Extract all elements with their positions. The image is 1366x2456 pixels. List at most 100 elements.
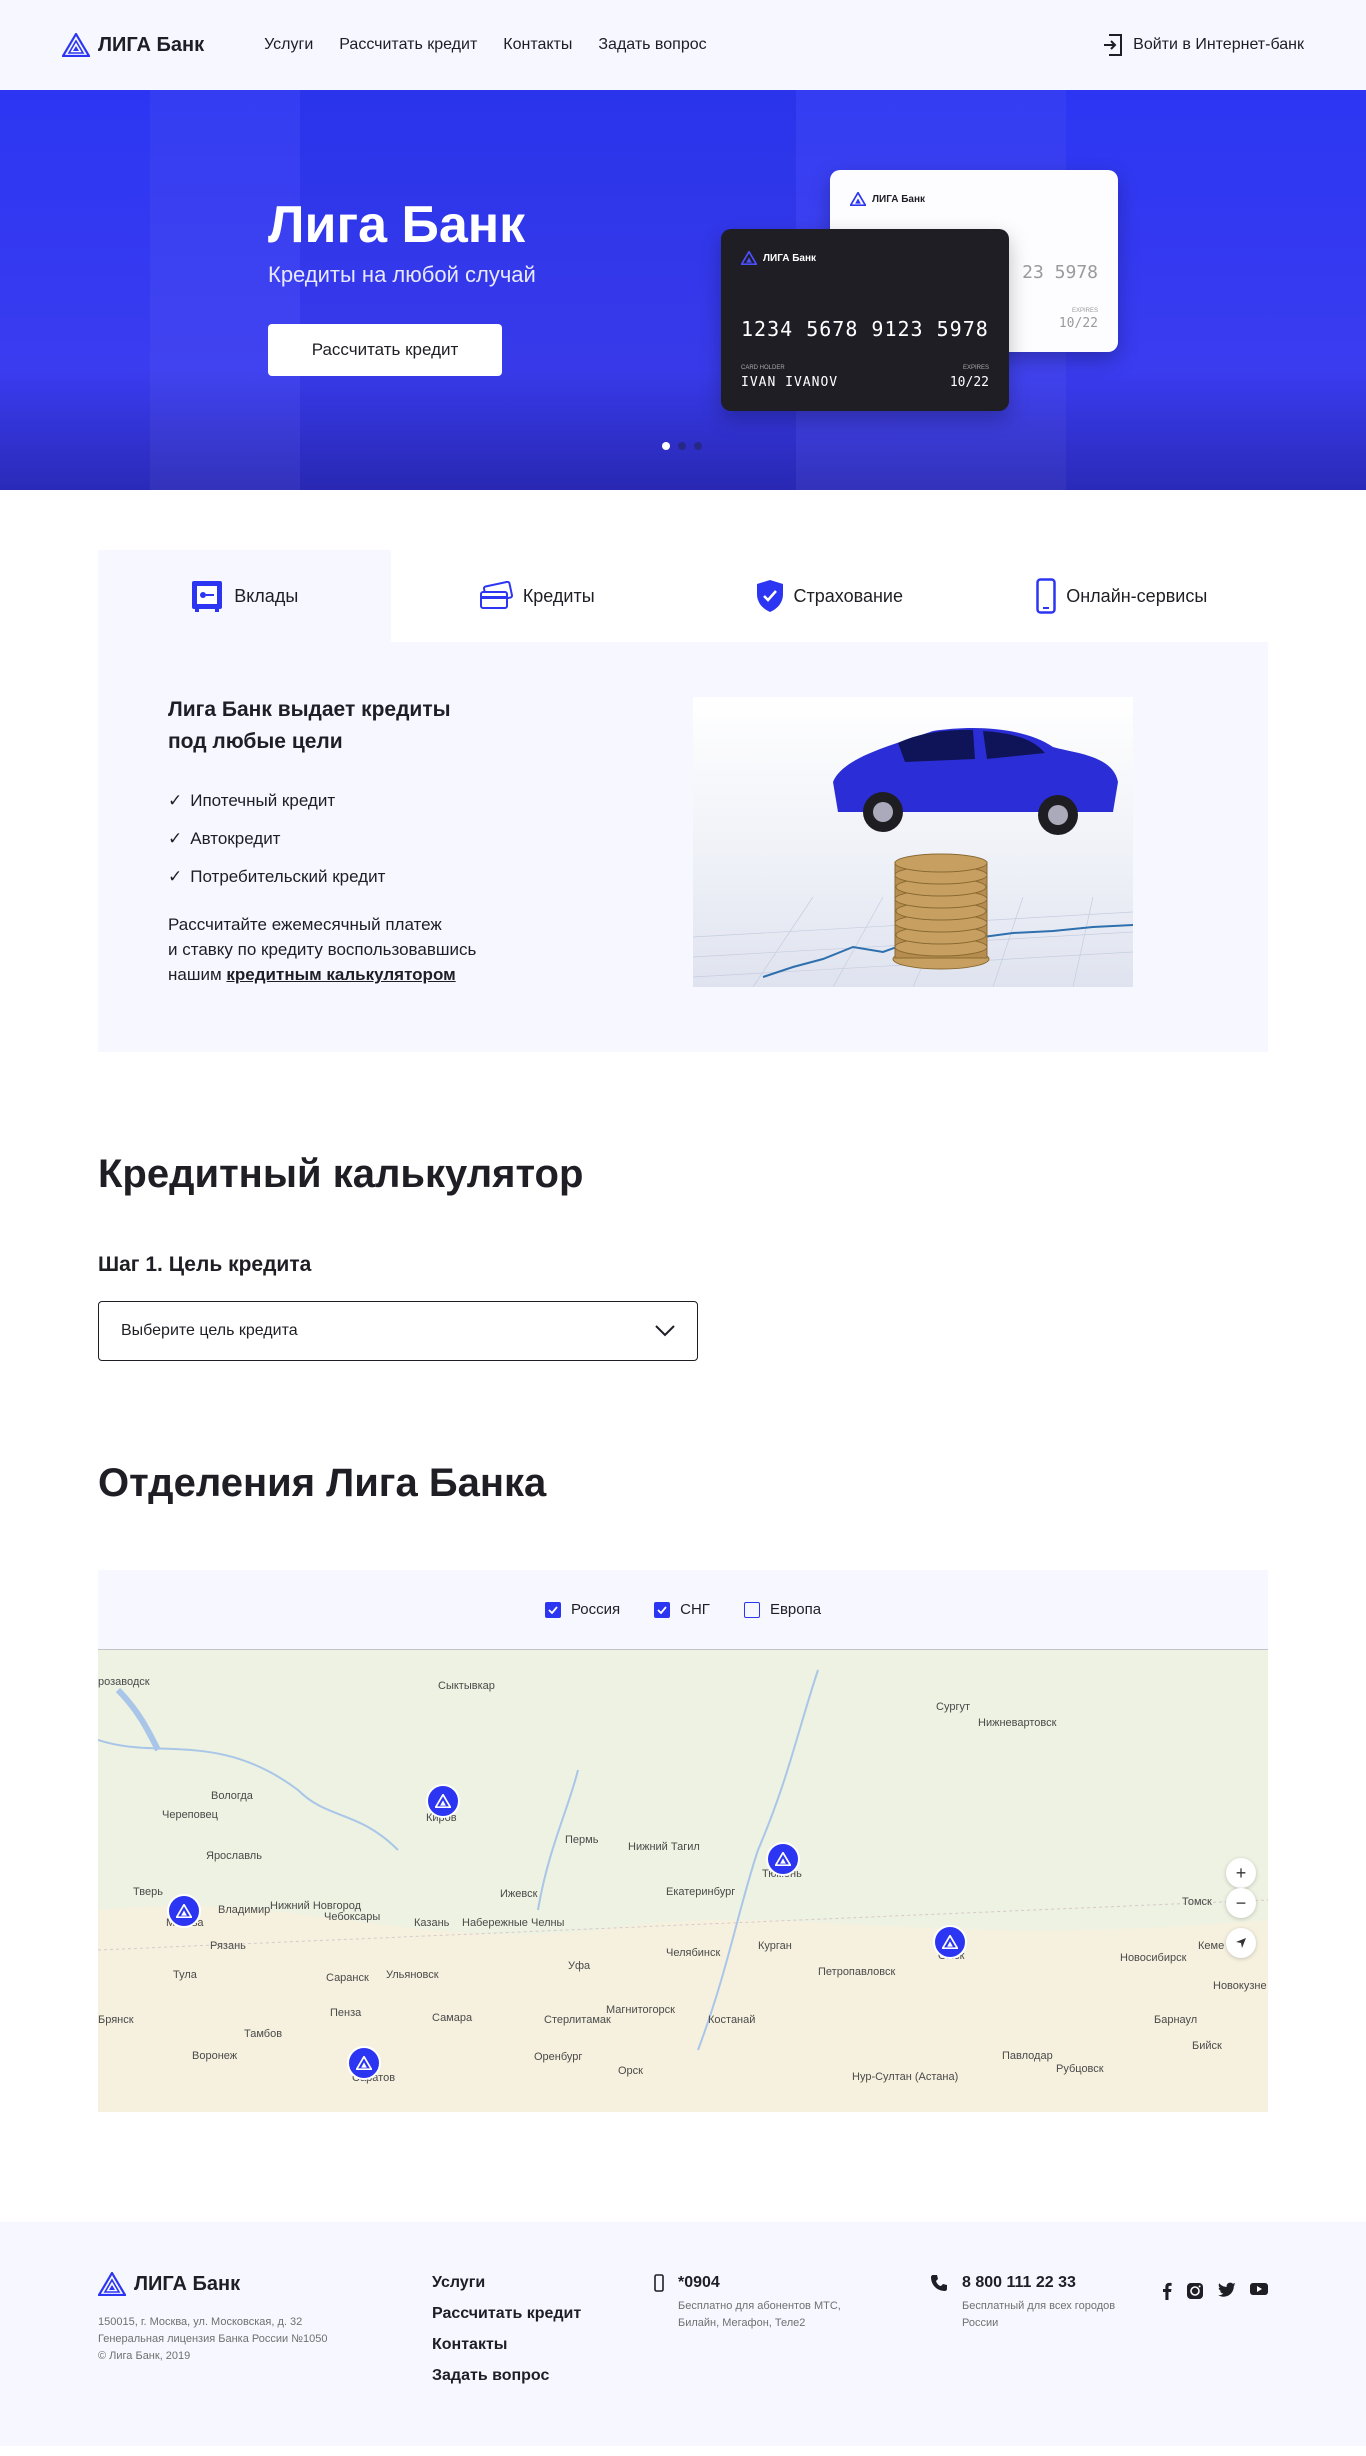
map-city-label: Сыктывкар bbox=[438, 1680, 495, 1692]
zoom-out-button[interactable]: − bbox=[1226, 1888, 1256, 1918]
instagram-icon[interactable] bbox=[1186, 2282, 1204, 2300]
panel-text-line: Рассчитайте ежемесячный платеж bbox=[168, 915, 442, 934]
nav-services[interactable]: Услуги bbox=[264, 36, 313, 54]
calculator-link[interactable]: кредитным калькулятором bbox=[226, 965, 455, 984]
map-city-label: Брянск bbox=[98, 2014, 134, 2026]
map-city-label: Новокузне bbox=[1213, 1980, 1267, 1992]
map-city-label: Саранск bbox=[326, 1972, 369, 1984]
hero-title: Лига Банк bbox=[268, 196, 526, 254]
card-holder-label: CARD HOLDER bbox=[741, 365, 785, 371]
zoom-in-button[interactable]: + bbox=[1226, 1858, 1256, 1888]
branch-pin-saratov[interactable] bbox=[347, 2046, 381, 2080]
tab-online[interactable]: Онлайн-сервисы bbox=[975, 550, 1268, 642]
nav-calculate[interactable]: Рассчитать кредит bbox=[339, 36, 477, 54]
map-city-label: Кеме bbox=[1198, 1940, 1225, 1952]
card-expires: 10/22 bbox=[1058, 316, 1098, 331]
cards-icon bbox=[479, 581, 513, 609]
tab-label: Страхование bbox=[793, 585, 903, 606]
filter-europe[interactable]: Европа bbox=[743, 1601, 821, 1618]
map-city-label: Курган bbox=[758, 1940, 792, 1952]
map-city-label: Пенза bbox=[330, 2007, 362, 2019]
short-number[interactable]: *0904 bbox=[678, 2274, 858, 2292]
credit-purpose-select[interactable]: Выберите цель кредита bbox=[98, 1301, 698, 1361]
logo-icon bbox=[850, 192, 866, 206]
filter-cis[interactable]: СНГ bbox=[654, 1601, 710, 1618]
login-link[interactable]: Войти в Интернет-банк bbox=[1103, 34, 1304, 56]
panel-title: Лига Банк выдает кредиты под любые цели bbox=[168, 698, 451, 753]
logo-icon bbox=[62, 33, 90, 57]
social-links bbox=[1162, 2282, 1268, 2300]
map-city-label: Череповец bbox=[162, 1809, 218, 1821]
tab-label: Вклады bbox=[234, 585, 299, 606]
twitter-icon[interactable] bbox=[1218, 2282, 1236, 2298]
slider-dot[interactable] bbox=[662, 442, 670, 450]
map-city-label: Тула bbox=[173, 1969, 197, 1981]
copyright-line: © Лига Банк, 2019 bbox=[98, 2350, 191, 2362]
branches-map[interactable]: розаводск Сыктывкар Сургут Нижневартовск Вол… bbox=[98, 1650, 1268, 2112]
car-on-coins-image bbox=[693, 697, 1133, 987]
header-logo[interactable]: ЛИГА Банк bbox=[62, 33, 204, 57]
list-item-label: Автокредит bbox=[190, 829, 281, 848]
slider-dot[interactable] bbox=[678, 442, 686, 450]
logo-icon bbox=[741, 251, 757, 265]
footer-nav-contacts[interactable]: Контакты bbox=[432, 2336, 581, 2354]
site-footer: ЛИГА Банк 150015, г. Москва, ул. Московс… bbox=[0, 2222, 1366, 2446]
card-expires: 10/22 bbox=[949, 375, 989, 390]
short-number-desc: Бесплатно для абонентов МТС, Билайн, Мег… bbox=[678, 2300, 841, 2329]
nav-ask[interactable]: Задать вопрос bbox=[598, 36, 706, 54]
map-city-label: Барнаул bbox=[1154, 2014, 1198, 2026]
map-city-label: Рязань bbox=[210, 1940, 246, 1952]
list-item: ✓ Ипотечный кредит bbox=[168, 782, 385, 820]
nav-contacts[interactable]: Контакты bbox=[503, 36, 572, 54]
branch-pin-tyumen[interactable] bbox=[766, 1842, 800, 1876]
slider-dots bbox=[662, 442, 702, 450]
map-city-label: Орск bbox=[618, 2065, 643, 2077]
facebook-icon[interactable] bbox=[1162, 2282, 1172, 2300]
logo-text: ЛИГА Банк bbox=[134, 2272, 241, 2295]
main-nav: Услуги Рассчитать кредит Контакты Задать… bbox=[264, 36, 707, 54]
panel-text-line: нашим bbox=[168, 965, 222, 984]
youtube-icon[interactable] bbox=[1250, 2282, 1268, 2296]
phone-number[interactable]: 8 800 111 22 33 bbox=[962, 2274, 1142, 2292]
check-icon: ✓ bbox=[168, 867, 183, 886]
footer-nav: Услуги Рассчитать кредит Контакты Задать… bbox=[432, 2274, 581, 2385]
logo-icon bbox=[176, 1904, 192, 1918]
map-city-label: Оренбург bbox=[534, 2051, 583, 2063]
branch-pin-moscow[interactable] bbox=[167, 1894, 201, 1928]
map-city-label: Ярославль bbox=[206, 1850, 262, 1862]
services-section: Вклады Кредиты Страхование Онлайн-сервис… bbox=[98, 550, 1268, 1052]
bank-card-dark: ЛИГА Банк 1234 5678 9123 5978 CARD HOLDE… bbox=[721, 229, 1009, 411]
filter-russia[interactable]: Россия bbox=[544, 1601, 620, 1618]
geolocation-button[interactable] bbox=[1226, 1928, 1256, 1958]
calculator-title: Кредитный калькулятор bbox=[98, 1152, 584, 1196]
map-terrain bbox=[98, 1650, 1268, 2112]
tab-insurance[interactable]: Страхование bbox=[683, 550, 976, 642]
panel-text-line: и ставку по кредиту воспользовавшись bbox=[168, 940, 477, 959]
hero-decor bbox=[150, 90, 300, 490]
map-city-label: Вологда bbox=[211, 1790, 253, 1802]
footer-nav-services[interactable]: Услуги bbox=[432, 2274, 581, 2292]
map-city-label: Казань bbox=[414, 1917, 450, 1929]
map-city-label: Нижний Тагил bbox=[628, 1841, 700, 1853]
tab-panel: Лига Банк выдает кредиты под любые цели … bbox=[98, 642, 1268, 1052]
map-city-label: Пермь bbox=[565, 1834, 599, 1846]
address-line: 150015, г. Москва, ул. Московская, д. 32 bbox=[98, 2316, 303, 2328]
check-icon: ✓ bbox=[168, 791, 183, 810]
card-brand-text: ЛИГА Банк bbox=[763, 252, 817, 264]
hero-calculate-button[interactable]: Рассчитать кредит bbox=[268, 324, 502, 376]
branch-pin-omsk[interactable] bbox=[933, 1925, 967, 1959]
checkbox-unchecked-icon bbox=[743, 1601, 760, 1618]
tab-deposits[interactable]: Вклады bbox=[98, 550, 391, 642]
footer-logo[interactable]: ЛИГА Банк bbox=[98, 2272, 240, 2296]
map-city-label: Набережные Челны bbox=[462, 1917, 565, 1929]
footer-nav-ask[interactable]: Задать вопрос bbox=[432, 2367, 581, 2385]
map-city-label: Чебоксары bbox=[324, 1911, 381, 1923]
branch-pin-kirov[interactable] bbox=[426, 1784, 460, 1818]
logo-icon bbox=[356, 2056, 372, 2070]
map-city-label: Сургут bbox=[936, 1701, 970, 1713]
tab-credits[interactable]: Кредиты bbox=[390, 550, 683, 642]
slider-dot[interactable] bbox=[694, 442, 702, 450]
map-city-label: Владимир bbox=[218, 1904, 271, 1916]
footer-nav-calculate[interactable]: Рассчитать кредит bbox=[432, 2305, 581, 2323]
list-item-label: Ипотечный кредит bbox=[190, 791, 336, 810]
